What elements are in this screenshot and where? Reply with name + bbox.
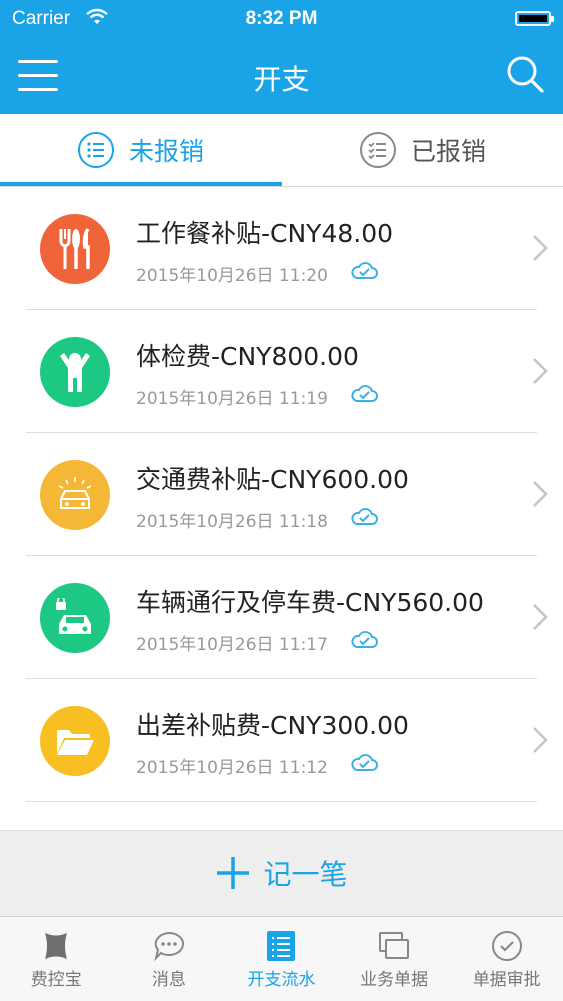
chevron-right-icon [533, 481, 548, 507]
add-record-button[interactable]: 记一笔 [0, 853, 563, 893]
search-icon[interactable] [505, 54, 545, 94]
battery-icon [515, 11, 554, 26]
cloud-check-icon [351, 262, 378, 279]
checklist-circle-icon [359, 132, 396, 168]
add-record-label: 记一笔 [263, 858, 348, 891]
parking-car-icon [40, 583, 110, 653]
tab-business-documents[interactable]: 业务单据 [338, 917, 451, 1001]
documents-icon [379, 932, 410, 959]
expense-date: 2015年10月26日 11:17 [136, 635, 328, 655]
nav-bar: 开支 [0, 38, 563, 114]
active-tab-indicator [0, 182, 282, 186]
person-icon [40, 337, 110, 407]
folder-icon [40, 706, 110, 776]
cloud-check-icon [351, 631, 378, 648]
tab-label: 开支流水 [247, 970, 316, 990]
status-bar: Carrier 8:32 PM [0, 0, 563, 38]
fork-knife-icon [40, 214, 110, 284]
cloud-check-icon [351, 754, 378, 771]
expense-date: 2015年10月26日 11:19 [136, 389, 328, 409]
cloud-check-icon [351, 385, 378, 402]
tab-unreimbursed[interactable]: 未报销 [0, 114, 281, 186]
list-item[interactable]: 工作餐补贴-CNY48.00 2015年10月26日 11:20 [0, 187, 563, 310]
expense-title: 工作餐补贴-CNY48.00 [136, 219, 394, 248]
expense-date: 2015年10月26日 11:20 [136, 266, 328, 286]
tab-label: 未报销 [128, 137, 204, 166]
chevron-right-icon [533, 727, 548, 753]
plus-icon [217, 857, 250, 889]
tab-label: 业务单据 [360, 970, 429, 990]
list-item[interactable]: 车辆通行及停车费-CNY560.00 2015年10月26日 11:17 [0, 556, 563, 679]
chevron-right-icon [533, 235, 548, 261]
tab-expense-flow[interactable]: 开支流水 [225, 917, 338, 1001]
row-divider [26, 801, 537, 802]
chevron-right-icon [533, 604, 548, 630]
expense-date: 2015年10月26日 11:18 [136, 512, 328, 532]
expense-list: 工作餐补贴-CNY48.00 2015年10月26日 11:20 体检费-CNY… [0, 187, 563, 830]
cloud-check-icon [351, 508, 378, 525]
list-item[interactable]: 体检费-CNY800.00 2015年10月26日 11:19 [0, 310, 563, 433]
list-item[interactable]: 出差补贴费-CNY300.00 2015年10月26日 11:12 [0, 679, 563, 802]
list-icon [267, 931, 296, 961]
tab-label: 费控宝 [30, 970, 82, 990]
expense-date: 2015年10月26日 11:12 [136, 758, 328, 778]
expense-title: 体检费-CNY800.00 [136, 342, 359, 371]
expense-title: 交通费补贴-CNY600.00 [136, 465, 409, 494]
chat-bubble-icon [154, 931, 184, 962]
chevron-right-icon [533, 358, 548, 384]
check-circle-icon [491, 931, 522, 961]
list-item[interactable]: 交通费补贴-CNY600.00 2015年10月26日 11:18 [0, 433, 563, 556]
tab-label: 消息 [151, 970, 186, 990]
tab-messages[interactable]: 消息 [113, 917, 226, 1001]
page-title: 开支 [253, 63, 310, 96]
app-logo-icon [45, 933, 68, 959]
bottom-tab-bar: 费控宝 消息 开支流水 业务单据 单据审批 [0, 916, 563, 1001]
tab-document-approval[interactable]: 单据审批 [450, 917, 563, 1001]
clock: 8:32 PM [245, 8, 318, 29]
tab-fee-control[interactable]: 费控宝 [0, 917, 113, 1001]
segment-tabs: 未报销 已报销 [0, 114, 563, 187]
add-record-bar: 记一笔 [0, 830, 563, 917]
list-circle-icon [77, 132, 114, 168]
tab-label: 单据审批 [472, 970, 541, 990]
car-icon [40, 460, 110, 530]
expense-title: 车辆通行及停车费-CNY560.00 [136, 588, 484, 617]
tab-reimbursed[interactable]: 已报销 [282, 114, 563, 186]
tab-label: 已报销 [410, 137, 486, 166]
expense-title: 出差补贴费-CNY300.00 [136, 711, 409, 740]
